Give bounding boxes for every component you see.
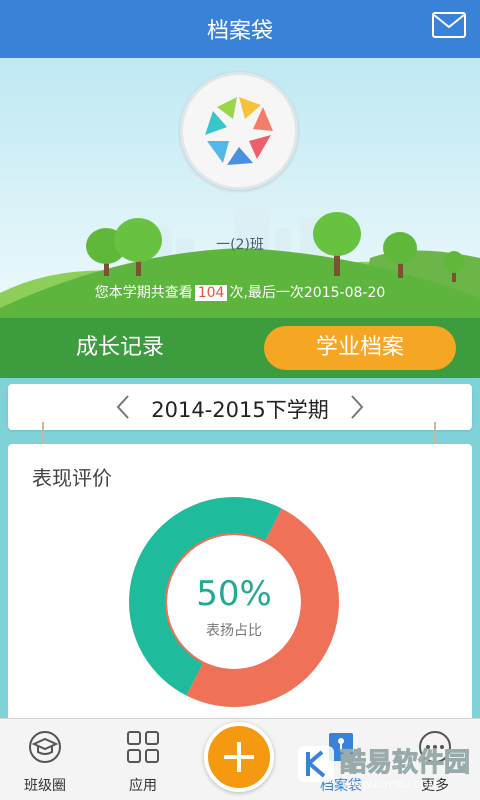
watermark-text: 酷易软件园	[339, 748, 471, 779]
watermark-url: WWW.KUYIBU.COM	[342, 780, 438, 791]
view-stats: 您本学期共查看 104 次,最后一次2015-08-20	[0, 282, 480, 302]
semester-selector: 2014-2015下学期	[8, 384, 472, 430]
tab-growth-record[interactable]: 成长记录	[20, 318, 220, 378]
page-title: 档案袋	[206, 19, 273, 44]
views-prefix: 您本学期共查看	[94, 285, 193, 301]
logo-icon	[205, 97, 273, 165]
semester-label: 2014-2015下学期	[151, 398, 329, 422]
nav-apps[interactable]: 应用	[98, 719, 188, 800]
praise-percent-label: 表扬占比	[206, 623, 262, 639]
watermark: 酷易软件园 WWW.KUYIBU.COM	[296, 736, 480, 800]
evaluation-title: 表现评价	[32, 466, 112, 490]
tab-academic-archive[interactable]: 学业档案	[264, 326, 456, 370]
praise-percent: 50%	[196, 574, 272, 614]
plus-icon	[224, 742, 254, 772]
views-suffix: 次,最后一次2015-08-20	[229, 285, 386, 301]
school-logo[interactable]	[180, 72, 298, 190]
performance-evaluation-card: 表现评价 50% 表扬占比	[8, 444, 472, 734]
nav-class-circle[interactable]: 班级圈	[0, 719, 90, 800]
mail-icon[interactable]	[432, 12, 466, 38]
nav-class-circle-label: 班级圈	[24, 778, 66, 794]
nav-apps-label: 应用	[129, 778, 157, 794]
profile-hero: 一(2)班 您本学期共查看 104 次,最后一次2015-08-20	[0, 58, 480, 318]
class-name: 一(2)班	[216, 237, 264, 253]
apps-grid-icon	[127, 731, 159, 763]
add-button[interactable]	[204, 722, 274, 792]
watermark-logo-icon	[298, 746, 334, 782]
views-count: 104	[194, 285, 228, 301]
app-header: 档案袋	[0, 0, 480, 58]
chevron-right-icon[interactable]	[344, 394, 368, 420]
archive-tabs: 成长记录 学业档案	[0, 318, 480, 378]
grad-cap-chat-icon	[29, 731, 61, 763]
